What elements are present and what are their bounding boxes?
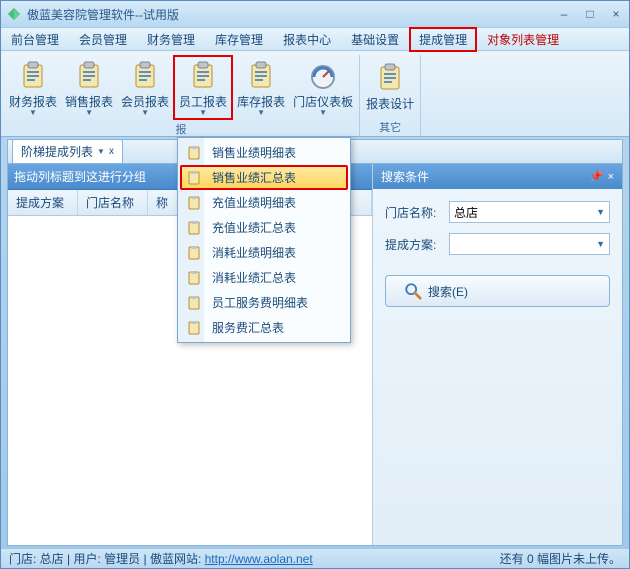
chevron-down-icon: ▼ bbox=[596, 239, 605, 249]
ribbon-group-reports: 财务报表▼销售报表▼会员报表▼员工报表▼库存报表▼门店仪表板▼ 报 bbox=[3, 55, 360, 136]
ribbon-group-other: 报表设计 其它 bbox=[360, 55, 421, 136]
chevron-down-icon: ▼ bbox=[199, 110, 207, 116]
menu-bar: 前台管理会员管理财务管理库存管理报表中心基础设置提成管理对象列表管理 bbox=[1, 27, 629, 51]
chevron-down-icon: ▼ bbox=[596, 207, 605, 217]
status-store: 门店: 总店 bbox=[9, 550, 64, 567]
search-panel: 搜索条件 📌 × 门店名称: 总店 ▼ 提成方案: ▼ bbox=[372, 164, 622, 545]
menu-5[interactable]: 基础设置 bbox=[341, 27, 409, 52]
ribbon-门店仪表板[interactable]: 门店仪表板▼ bbox=[289, 55, 357, 120]
menu-0[interactable]: 前台管理 bbox=[1, 27, 69, 52]
col-plan[interactable]: 提成方案 bbox=[8, 190, 78, 215]
clipboard-icon bbox=[186, 295, 202, 311]
minimize-button[interactable]: – bbox=[557, 7, 571, 21]
clipboard-icon bbox=[186, 145, 202, 161]
panel-close-icon[interactable]: × bbox=[608, 171, 614, 183]
maximize-button[interactable]: □ bbox=[583, 7, 597, 21]
store-select[interactable]: 总店 ▼ bbox=[449, 201, 610, 223]
clipboard-icon bbox=[186, 320, 202, 336]
ribbon-报表设计[interactable]: 报表设计 bbox=[362, 55, 418, 118]
tab-dropdown-icon[interactable]: ▼ bbox=[97, 149, 105, 155]
clipboard-icon bbox=[186, 245, 202, 261]
tab-label: 阶梯提成列表 bbox=[21, 143, 93, 160]
ribbon: 财务报表▼销售报表▼会员报表▼员工报表▼库存报表▼门店仪表板▼ 报 报表设计 其… bbox=[1, 51, 629, 137]
tab-tiered-commission[interactable]: 阶梯提成列表 ▼ x bbox=[12, 139, 123, 163]
title-bar: 傲蓝美容院管理软件--试用版 – □ × bbox=[1, 1, 629, 27]
menu-1[interactable]: 会员管理 bbox=[69, 27, 137, 52]
dropdown-item-0[interactable]: 销售业绩明细表 bbox=[180, 140, 348, 165]
group-label: 报 bbox=[176, 120, 187, 138]
clipboard-icon bbox=[186, 270, 202, 286]
dropdown-item-4[interactable]: 消耗业绩明细表 bbox=[180, 240, 348, 265]
status-site-label: 傲蓝网站: bbox=[150, 550, 201, 567]
clipboard-icon bbox=[186, 220, 202, 236]
ribbon-销售报表[interactable]: 销售报表▼ bbox=[61, 55, 117, 120]
chevron-down-icon: ▼ bbox=[257, 110, 265, 116]
ribbon-会员报表[interactable]: 会员报表▼ bbox=[117, 55, 173, 120]
col-store[interactable]: 门店名称 bbox=[78, 190, 148, 215]
menu-3[interactable]: 库存管理 bbox=[205, 27, 273, 52]
search-label: 搜索(E) bbox=[428, 283, 468, 300]
status-bar: 门店: 总店 | 用户: 管理员 | 傲蓝网站: http://www.aola… bbox=[1, 548, 629, 568]
status-right: 还有 0 幅图片未上传。 bbox=[500, 550, 621, 567]
menu-6[interactable]: 提成管理 bbox=[409, 27, 477, 52]
plan-label: 提成方案: bbox=[385, 236, 449, 253]
tab-close-icon[interactable]: x bbox=[109, 146, 114, 157]
chevron-down-icon: ▼ bbox=[29, 110, 37, 116]
magnifier-icon bbox=[404, 282, 422, 300]
menu-7[interactable]: 对象列表管理 bbox=[477, 27, 569, 52]
clipboard-icon bbox=[186, 195, 202, 211]
ribbon-财务报表[interactable]: 财务报表▼ bbox=[5, 55, 61, 120]
plan-select[interactable]: ▼ bbox=[449, 233, 610, 255]
status-user: 用户: 管理员 bbox=[73, 550, 140, 567]
status-link[interactable]: http://www.aolan.net bbox=[205, 552, 313, 566]
ribbon-员工报表[interactable]: 员工报表▼ bbox=[173, 55, 233, 120]
employee-report-dropdown: 销售业绩明细表销售业绩汇总表充值业绩明细表充值业绩汇总表消耗业绩明细表消耗业绩汇… bbox=[177, 137, 351, 343]
panel-header: 搜索条件 📌 × bbox=[373, 164, 622, 189]
chevron-down-icon: ▼ bbox=[85, 110, 93, 116]
menu-4[interactable]: 报表中心 bbox=[273, 27, 341, 52]
ribbon-库存报表[interactable]: 库存报表▼ bbox=[233, 55, 289, 120]
pin-icon[interactable]: 📌 bbox=[590, 170, 604, 183]
close-button[interactable]: × bbox=[609, 7, 623, 21]
group-label: 其它 bbox=[379, 118, 401, 136]
dropdown-item-3[interactable]: 充值业绩汇总表 bbox=[180, 215, 348, 240]
panel-title: 搜索条件 bbox=[381, 168, 429, 185]
store-label: 门店名称: bbox=[385, 204, 449, 221]
window-title: 傲蓝美容院管理软件--试用版 bbox=[27, 6, 557, 23]
clipboard-icon bbox=[186, 170, 202, 186]
chevron-down-icon: ▼ bbox=[319, 110, 327, 116]
dropdown-item-7[interactable]: 服务费汇总表 bbox=[180, 315, 348, 340]
dropdown-item-5[interactable]: 消耗业绩汇总表 bbox=[180, 265, 348, 290]
dropdown-item-6[interactable]: 员工服务费明细表 bbox=[180, 290, 348, 315]
dropdown-item-1[interactable]: 销售业绩汇总表 bbox=[180, 165, 348, 190]
menu-2[interactable]: 财务管理 bbox=[137, 27, 205, 52]
chevron-down-icon: ▼ bbox=[141, 110, 149, 116]
dropdown-item-2[interactable]: 充值业绩明细表 bbox=[180, 190, 348, 215]
search-button[interactable]: 搜索(E) bbox=[385, 275, 610, 307]
app-icon bbox=[7, 7, 21, 21]
store-value: 总店 bbox=[454, 204, 478, 221]
